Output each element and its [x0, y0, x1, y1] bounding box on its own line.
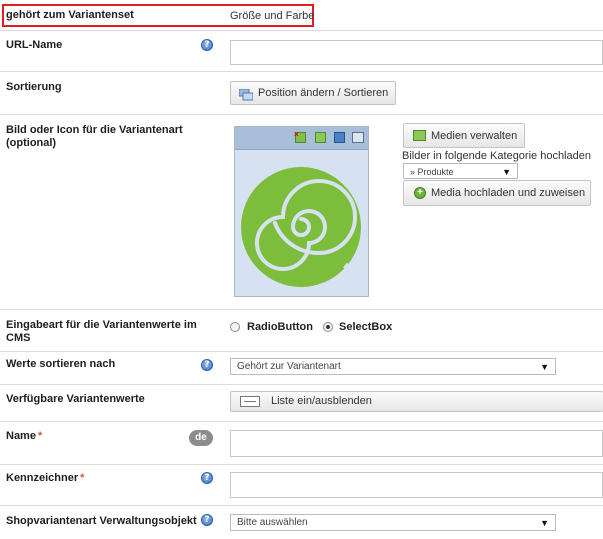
chevron-down-icon: ▼	[502, 167, 511, 177]
save-icon[interactable]	[334, 132, 345, 143]
eingabeart-row: Eingabeart für die Variantenwerte im CMS…	[0, 310, 603, 352]
werte-sortieren-row: Werte sortieren nach ? Gehört zur Varian…	[0, 352, 603, 385]
media-upload-label: Media hochladen und zuweisen	[431, 187, 586, 199]
help-icon[interactable]: ?	[201, 359, 213, 371]
help-icon[interactable]: ?	[201, 39, 213, 51]
werte-sortieren-select[interactable]: Gehört zur Variantenart ▼	[230, 358, 556, 375]
variantset-value: Größe und Farbe	[230, 10, 315, 22]
radio-radiobutton[interactable]	[230, 322, 240, 332]
required-marker: *	[37, 430, 43, 442]
kennzeichner-row: Kennzeichner * ?	[0, 465, 603, 506]
werte-sortieren-value: Gehört zur Variantenart	[237, 361, 341, 372]
preview-icon[interactable]	[352, 132, 364, 143]
media-upload-button[interactable]: + Media hochladen und zuweisen	[403, 180, 591, 206]
verwaltungsobjekt-value: Bitte auswählen	[237, 517, 308, 528]
url-name-label: URL-Name	[6, 39, 63, 51]
help-icon[interactable]: ?	[201, 514, 213, 526]
variantset-label: gehört zum Variantenset	[6, 9, 134, 21]
bild-row: Bild oder Icon für die Variantenart (opt…	[0, 115, 603, 310]
swirl-logo-image	[241, 167, 361, 287]
name-input[interactable]	[230, 430, 603, 457]
kategorie-label: Bilder in folgende Kategorie hochladen	[402, 150, 591, 162]
image-toolbar: ×	[235, 127, 368, 150]
liste-toggle-button[interactable]: Liste ein/ausblenden	[230, 391, 603, 412]
insert-image-icon[interactable]	[315, 132, 326, 143]
medien-verwalten-label: Medien verwalten	[431, 130, 518, 142]
plus-icon: +	[414, 187, 426, 199]
language-badge: de	[189, 430, 213, 446]
name-label-text: Name	[6, 430, 36, 442]
kategorie-select[interactable]: » Produkte ▼	[403, 163, 518, 179]
radio-radiobutton-label: RadioButton	[247, 321, 313, 333]
radio-selectbox[interactable]	[323, 322, 333, 332]
name-label: Name *	[6, 430, 42, 443]
verfuegbare-label: Verfügbare Variantenwerte	[6, 393, 145, 405]
verwaltungsobjekt-label: Shopvariantenart Verwaltungsobjekt	[6, 515, 197, 527]
kategorie-value: » Produkte	[410, 167, 454, 177]
variantset-row: gehört zum Variantenset Größe und Farbe	[0, 0, 603, 31]
delete-image-icon[interactable]: ×	[294, 130, 306, 143]
chevron-down-icon: ▼	[540, 362, 549, 372]
liste-toggle-label: Liste ein/ausblenden	[271, 395, 372, 407]
image-preview: ×	[234, 126, 369, 297]
sort-icon	[238, 87, 254, 101]
medien-verwalten-button[interactable]: Medien verwalten	[403, 123, 525, 148]
name-row: Name * de	[0, 422, 603, 465]
chevron-down-icon: ▼	[540, 518, 549, 528]
sortierung-row: Sortierung Position ändern / Sortieren	[0, 72, 603, 115]
verwaltungsobjekt-select[interactable]: Bitte auswählen ▼	[230, 514, 556, 531]
kennzeichner-label-text: Kennzeichner	[6, 472, 79, 484]
sortierung-label: Sortierung	[6, 81, 62, 93]
bild-label: Bild oder Icon für die Variantenart (opt…	[6, 124, 183, 149]
verwaltungsobjekt-row: Shopvariantenart Verwaltungsobjekt ? Bit…	[0, 506, 603, 539]
radio-selectbox-label: SelectBox	[339, 321, 393, 333]
werte-sortieren-label: Werte sortieren nach	[6, 358, 116, 370]
list-icon	[240, 396, 260, 407]
eingabeart-label: Eingabeart für die Variantenwerte im CMS	[6, 319, 197, 344]
media-icon	[413, 130, 426, 141]
sort-position-label: Position ändern / Sortieren	[258, 87, 389, 99]
help-icon[interactable]: ?	[201, 472, 213, 484]
sort-position-button[interactable]: Position ändern / Sortieren	[230, 81, 396, 105]
required-marker: *	[80, 472, 85, 484]
kennzeichner-label: Kennzeichner *	[6, 472, 84, 485]
verfuegbare-row: Verfügbare Variantenwerte Liste ein/ausb…	[0, 385, 603, 422]
kennzeichner-input[interactable]	[230, 472, 603, 498]
url-name-row: URL-Name ?	[0, 31, 603, 72]
url-name-input[interactable]	[230, 40, 603, 65]
